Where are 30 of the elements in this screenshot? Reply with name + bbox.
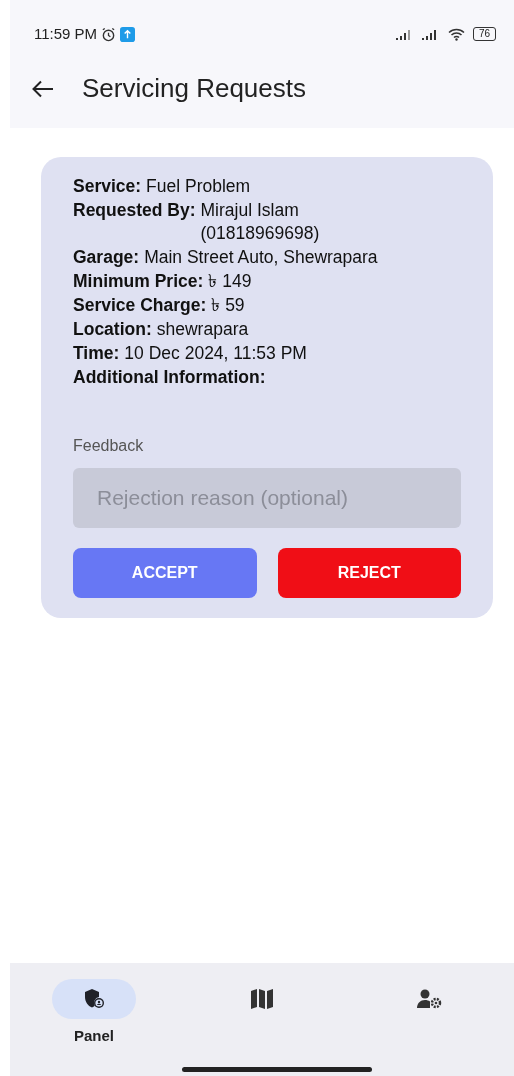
detail-label: Garage: bbox=[73, 246, 140, 269]
field-label: Feedback bbox=[73, 436, 145, 456]
detail-label: Additional Information: bbox=[73, 366, 266, 389]
battery-level: 76 bbox=[472, 27, 496, 41]
detail-value: shewrapara bbox=[156, 318, 249, 341]
reject-button[interactable]: REJECT bbox=[277, 548, 461, 598]
detail-label: Location: bbox=[73, 318, 152, 341]
input-field[interactable]: Rejection reason (optional) bbox=[73, 468, 461, 528]
upload-icon bbox=[120, 26, 136, 42]
alarm-clock-icon bbox=[101, 26, 117, 42]
shield-user-icon bbox=[83, 988, 105, 1010]
accept-button[interactable]: ACCEPT bbox=[73, 548, 257, 598]
wifi-icon bbox=[447, 27, 465, 41]
detail-value: ৳ 59 bbox=[211, 294, 245, 317]
detail-value: ৳ 149 bbox=[208, 270, 252, 293]
detail-label: Service Charge: bbox=[73, 294, 207, 317]
detail-value: Mirajul Islam (01818969698) bbox=[200, 199, 320, 245]
map-icon bbox=[250, 988, 274, 1010]
user-gear-icon bbox=[417, 989, 443, 1009]
back-arrow-icon[interactable] bbox=[32, 80, 54, 98]
detail-value: Fuel Problem bbox=[146, 175, 251, 198]
detail-label: Service: bbox=[73, 175, 142, 198]
status-time: 11:59 PM bbox=[34, 23, 98, 44]
detail-label: Requested By: bbox=[73, 199, 196, 222]
detail-label: Time: bbox=[73, 342, 120, 365]
detail-label: Minimum Price: bbox=[73, 270, 204, 293]
nav-tab[interactable]: Panel bbox=[10, 963, 178, 1048]
screen-title: Servicing Requests bbox=[82, 73, 306, 105]
detail-value: Main Street Auto, Shewrapara bbox=[144, 246, 378, 269]
detail-value: 10 Dec 2024, 11:53 PM bbox=[124, 342, 307, 365]
